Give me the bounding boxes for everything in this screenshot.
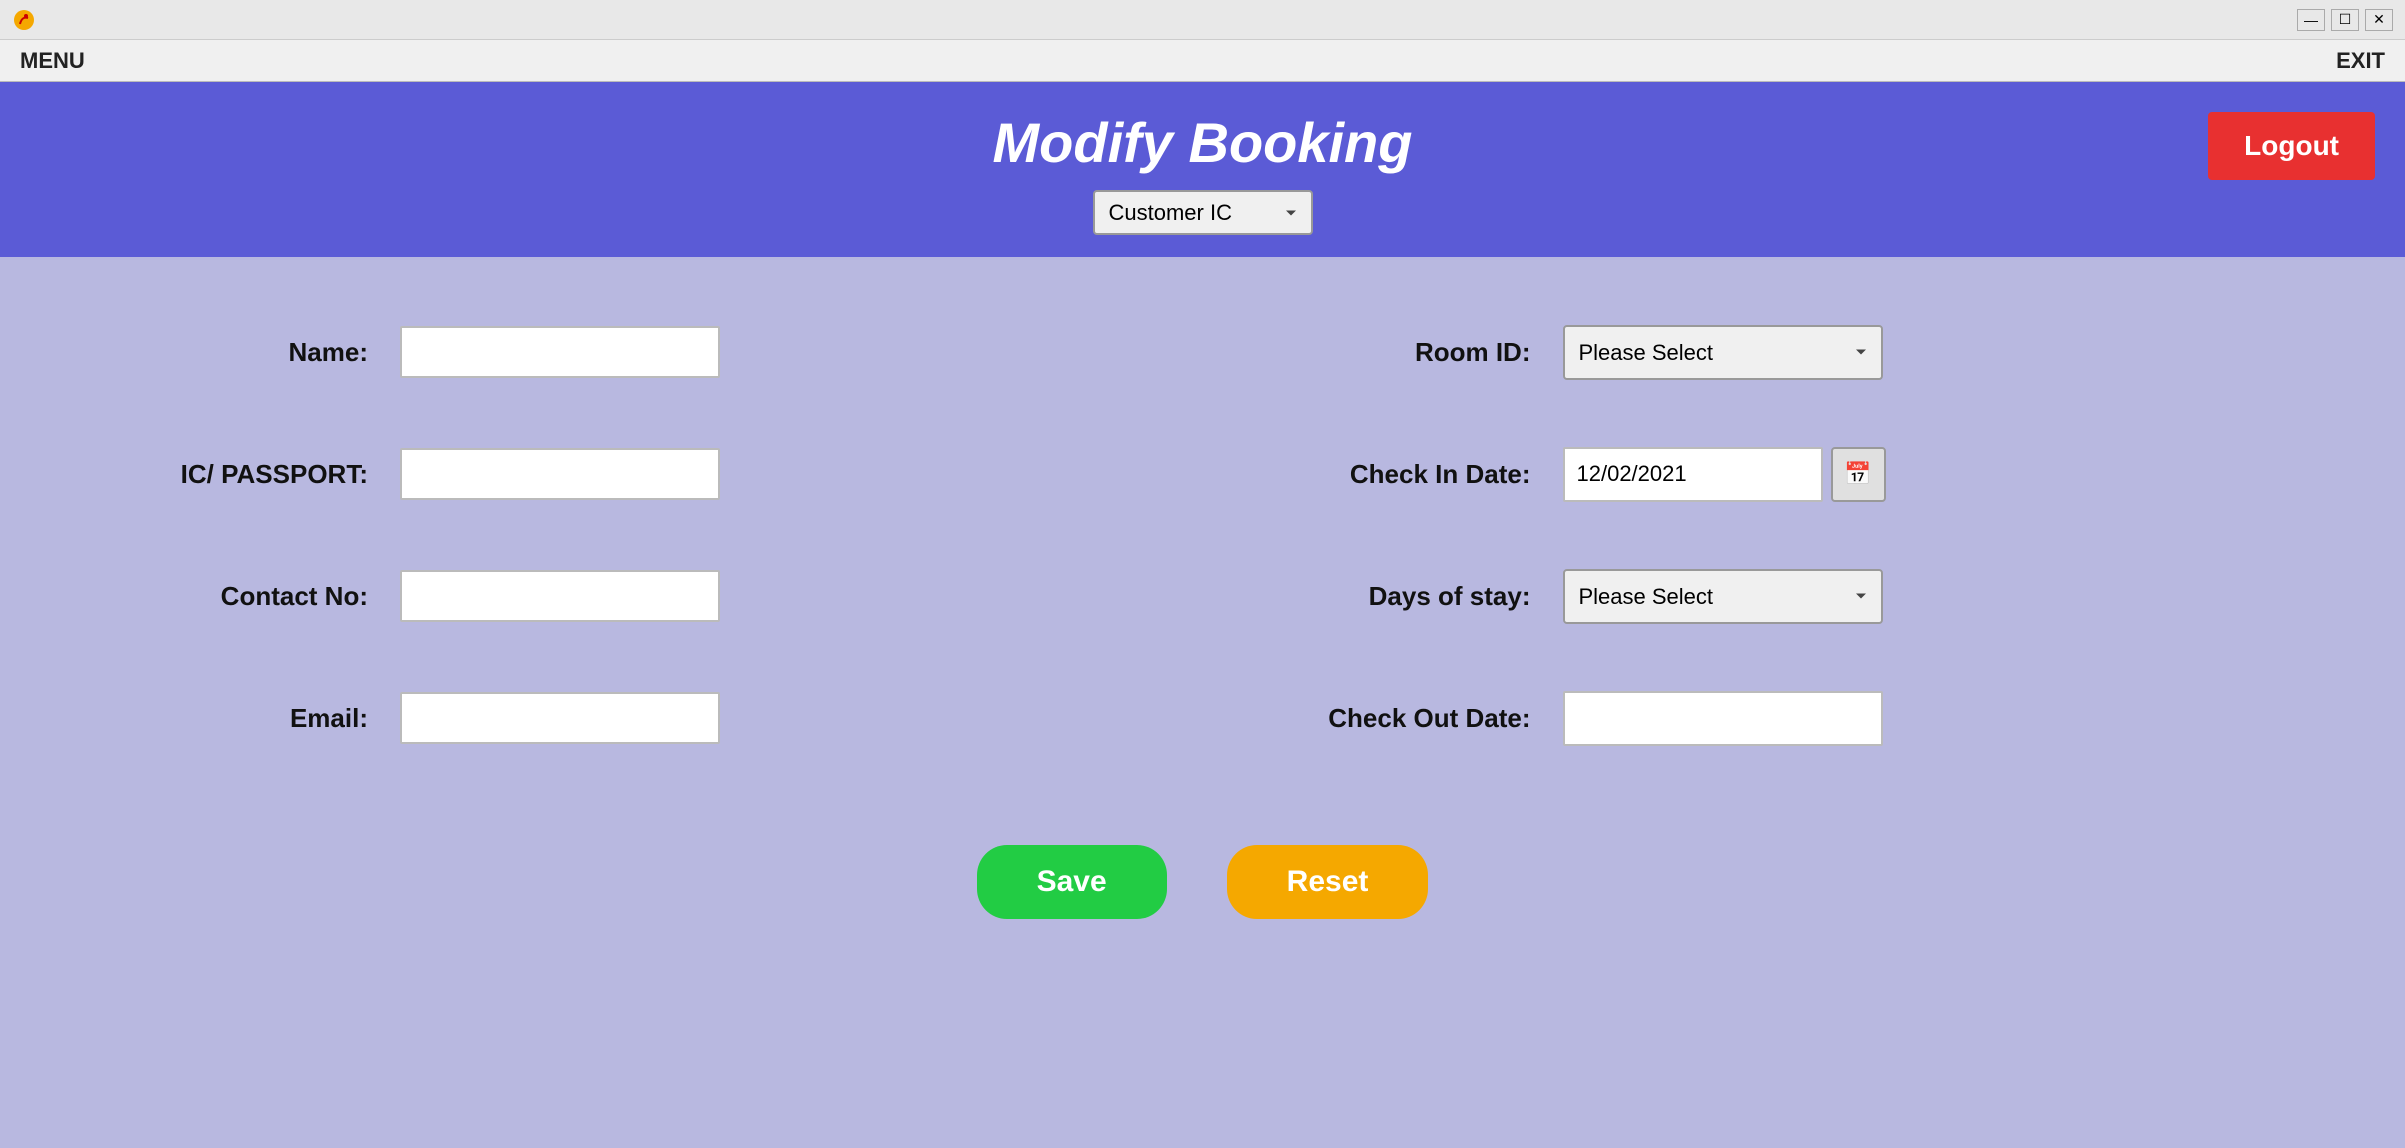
menu-item[interactable]: MENU <box>20 48 85 74</box>
form-grid: Name: IC/ PASSPORT: Contact No: Email: R… <box>80 317 2325 805</box>
email-input[interactable] <box>400 692 720 744</box>
checkin-row: Check In Date: 📅 <box>1243 439 2326 509</box>
ic-passport-row: IC/ PASSPORT: <box>80 439 1163 509</box>
calendar-button[interactable]: 📅 <box>1831 447 1886 502</box>
save-button[interactable]: Save <box>977 845 1167 919</box>
minimize-button[interactable]: — <box>2297 9 2325 31</box>
close-button[interactable]: ✕ <box>2365 9 2393 31</box>
window-controls: — ☐ ✕ <box>2297 9 2393 31</box>
email-label: Email: <box>80 703 400 734</box>
checkout-row: Check Out Date: <box>1243 683 2326 753</box>
title-bar: — ☐ ✕ <box>0 0 2405 40</box>
name-row: Name: <box>80 317 1163 387</box>
menu-bar: MENU EXIT <box>0 40 2405 82</box>
name-label: Name: <box>80 337 400 368</box>
maximize-button[interactable]: ☐ <box>2331 9 2359 31</box>
checkout-label: Check Out Date: <box>1243 703 1563 734</box>
exit-item[interactable]: EXIT <box>2336 48 2385 74</box>
app-icon <box>12 8 36 32</box>
room-id-dropdown[interactable]: Please Select <box>1563 325 1883 380</box>
contact-row: Contact No: <box>80 561 1163 631</box>
header-banner: Modify Booking Logout Customer IC Passpo… <box>0 82 2405 257</box>
buttons-row: Save Reset <box>80 845 2325 919</box>
days-dropdown[interactable]: Please Select <box>1563 569 1883 624</box>
customer-ic-dropdown[interactable]: Customer IC Passport <box>1093 190 1313 235</box>
contact-input[interactable] <box>400 570 720 622</box>
checkin-date-input[interactable] <box>1563 447 1823 502</box>
email-row: Email: <box>80 683 1163 753</box>
contact-label: Contact No: <box>80 581 400 612</box>
checkin-label: Check In Date: <box>1243 459 1563 490</box>
logout-button[interactable]: Logout <box>2208 112 2375 180</box>
days-label: Days of stay: <box>1243 581 1563 612</box>
days-row: Days of stay: Please Select <box>1243 561 2326 631</box>
checkout-date-input[interactable] <box>1563 691 1883 746</box>
room-id-row: Room ID: Please Select <box>1243 317 2326 387</box>
reset-button[interactable]: Reset <box>1227 845 1429 919</box>
title-bar-left <box>12 8 36 32</box>
checkin-date-wrapper: 📅 <box>1563 447 1886 502</box>
room-id-label: Room ID: <box>1243 337 1563 368</box>
ic-passport-input[interactable] <box>400 448 720 500</box>
customer-ic-wrapper: Customer IC Passport <box>1093 190 1313 235</box>
name-input[interactable] <box>400 326 720 378</box>
right-col: Room ID: Please Select Check In Date: 📅 … <box>1243 317 2326 805</box>
ic-passport-label: IC/ PASSPORT: <box>80 459 400 490</box>
left-col: Name: IC/ PASSPORT: Contact No: Email: <box>80 317 1163 805</box>
page-title: Modify Booking <box>993 110 1413 175</box>
calendar-icon: 📅 <box>1844 461 1871 487</box>
main-content: Name: IC/ PASSPORT: Contact No: Email: R… <box>0 257 2405 1148</box>
